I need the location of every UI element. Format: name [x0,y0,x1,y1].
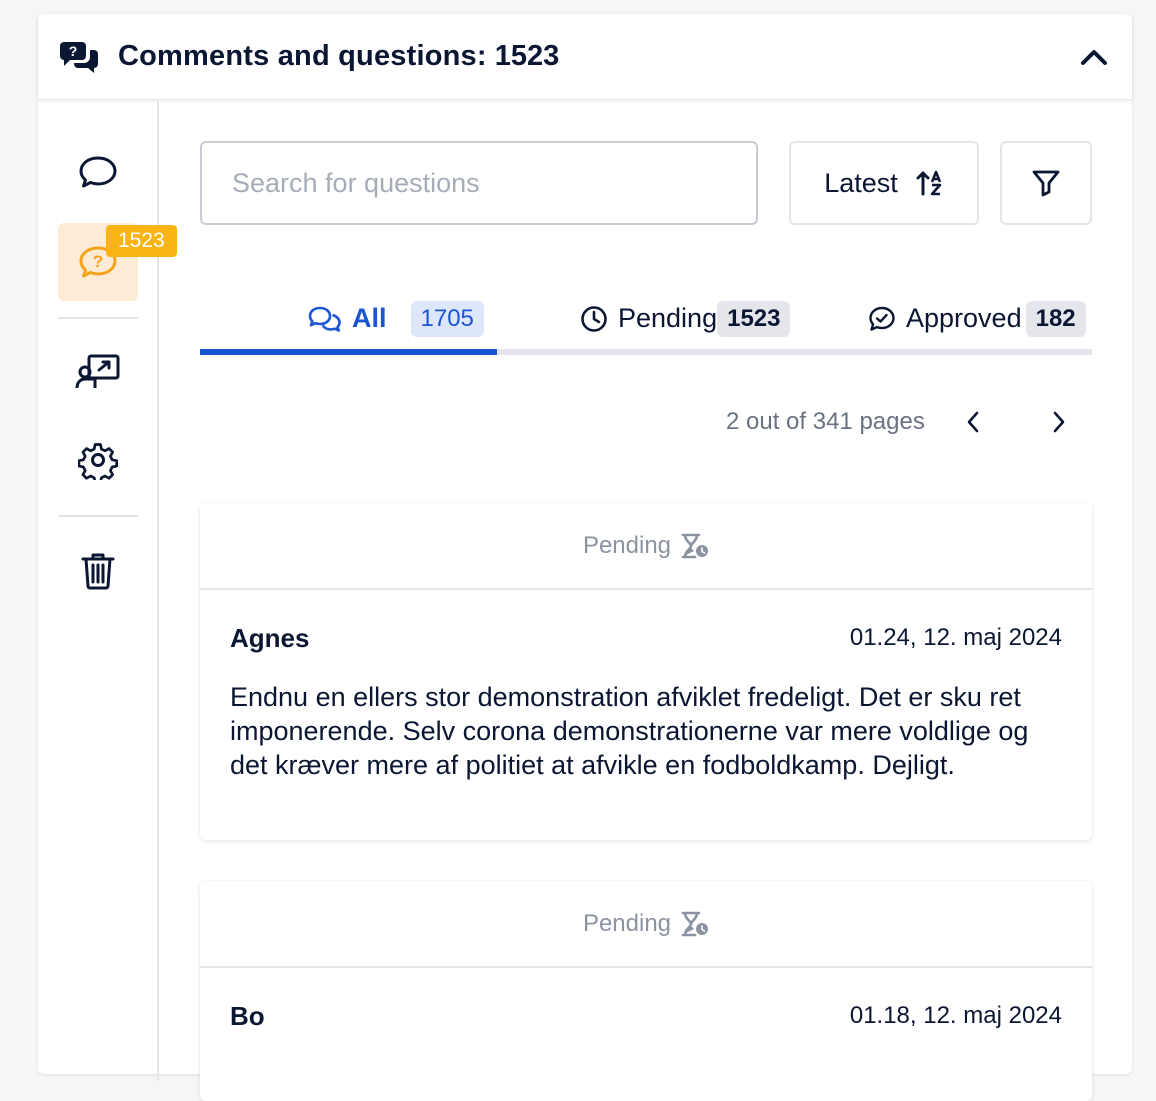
card-status: Pending [200,503,1092,590]
sort-label: Latest [824,167,898,198]
svg-text:?: ? [93,252,103,271]
card-meta: Agnes 01.24, 12. maj 2024 [230,590,1062,686]
questions-count-badge: 1523 [106,225,177,257]
sidebar-item-settings[interactable] [58,421,138,499]
presenter-icon [75,354,120,389]
status-label: Pending [582,531,672,559]
sidebar-divider [58,515,138,517]
chat-check-icon [869,306,895,331]
author-name: Bo [230,1000,265,1031]
tab-all-count: 1705 [410,300,484,337]
sidebar-item-comments[interactable] [58,133,138,211]
tab-approved-count: 182 [1025,300,1086,337]
chat-bubble-icon [79,156,117,188]
panel-header[interactable]: ? Comments and questions: 1523 [38,14,1132,100]
status-label: Pending [582,909,672,937]
tabs-active-indicator [200,349,497,355]
status-tabs: All 1705 Pending 1523 Approved 182 [200,290,1092,355]
hourglass-clock-icon [681,911,709,936]
card-status: Pending [200,881,1092,968]
chevron-left-icon [967,411,979,433]
comment-text: Endnu en ellers stor demonstration afvik… [230,682,1029,780]
chat-double-icon [308,306,341,332]
clock-icon [581,305,607,332]
filter-icon [1032,170,1060,197]
sidebar: ? 1523 [38,101,177,1081]
comment-timestamp: 01.18, 12. maj 2024 [849,1002,1062,1029]
tab-pending-count: 1523 [717,300,791,337]
card-body: Agnes 01.24, 12. maj 2024 Endnu en eller… [200,590,1092,782]
sidebar-divider [58,317,138,319]
filter-button[interactable] [1000,141,1092,225]
tab-pending[interactable]: Pending 1523 [580,290,791,347]
pagination: 2 out of 341 pages [726,404,1092,440]
sort-az-icon [916,170,942,196]
prev-page-button[interactable] [957,406,989,438]
sidebar-item-delete[interactable] [58,531,138,609]
sidebar-item-presentation[interactable] [58,333,138,411]
chevron-right-icon [1053,411,1065,433]
svg-text:?: ? [69,43,78,59]
author-name: Agnes [230,622,310,653]
tab-approved-label: Approved [906,303,1022,333]
sort-button[interactable]: Latest [789,141,979,225]
collapse-button[interactable] [1078,41,1110,73]
tab-all-label: All [352,303,387,333]
search-input[interactable] [200,141,758,225]
tab-all[interactable]: All 1705 [308,290,484,347]
chevron-up-icon [1081,49,1107,65]
card-body: Bo 01.18, 12. maj 2024 [200,968,1092,1064]
comment-timestamp: 01.24, 12. maj 2024 [849,624,1062,651]
gear-icon [78,443,118,480]
comment-card[interactable]: Pending Agnes 01.24, 12. maj 2024 Endnu … [200,503,1092,840]
comment-card[interactable]: Pending Bo 01.18, 12. maj 2024 [200,881,1092,1101]
tab-pending-label: Pending [618,303,718,333]
next-page-button[interactable] [1043,406,1075,438]
tab-approved[interactable]: Approved 182 [868,290,1086,347]
trash-icon [81,553,115,590]
card-meta: Bo 01.18, 12. maj 2024 [230,968,1062,1064]
panel-title: Comments and questions: [118,40,487,72]
comments-panel: ? Comments and questions: 1523 ? 1523 Se… [38,14,1132,1101]
hourglass-clock-icon [681,533,709,558]
panel-count: 1523 [494,40,560,72]
question-chat-icon: ? [60,41,98,73]
page-indicator: 2 out of 341 pages [726,408,925,435]
